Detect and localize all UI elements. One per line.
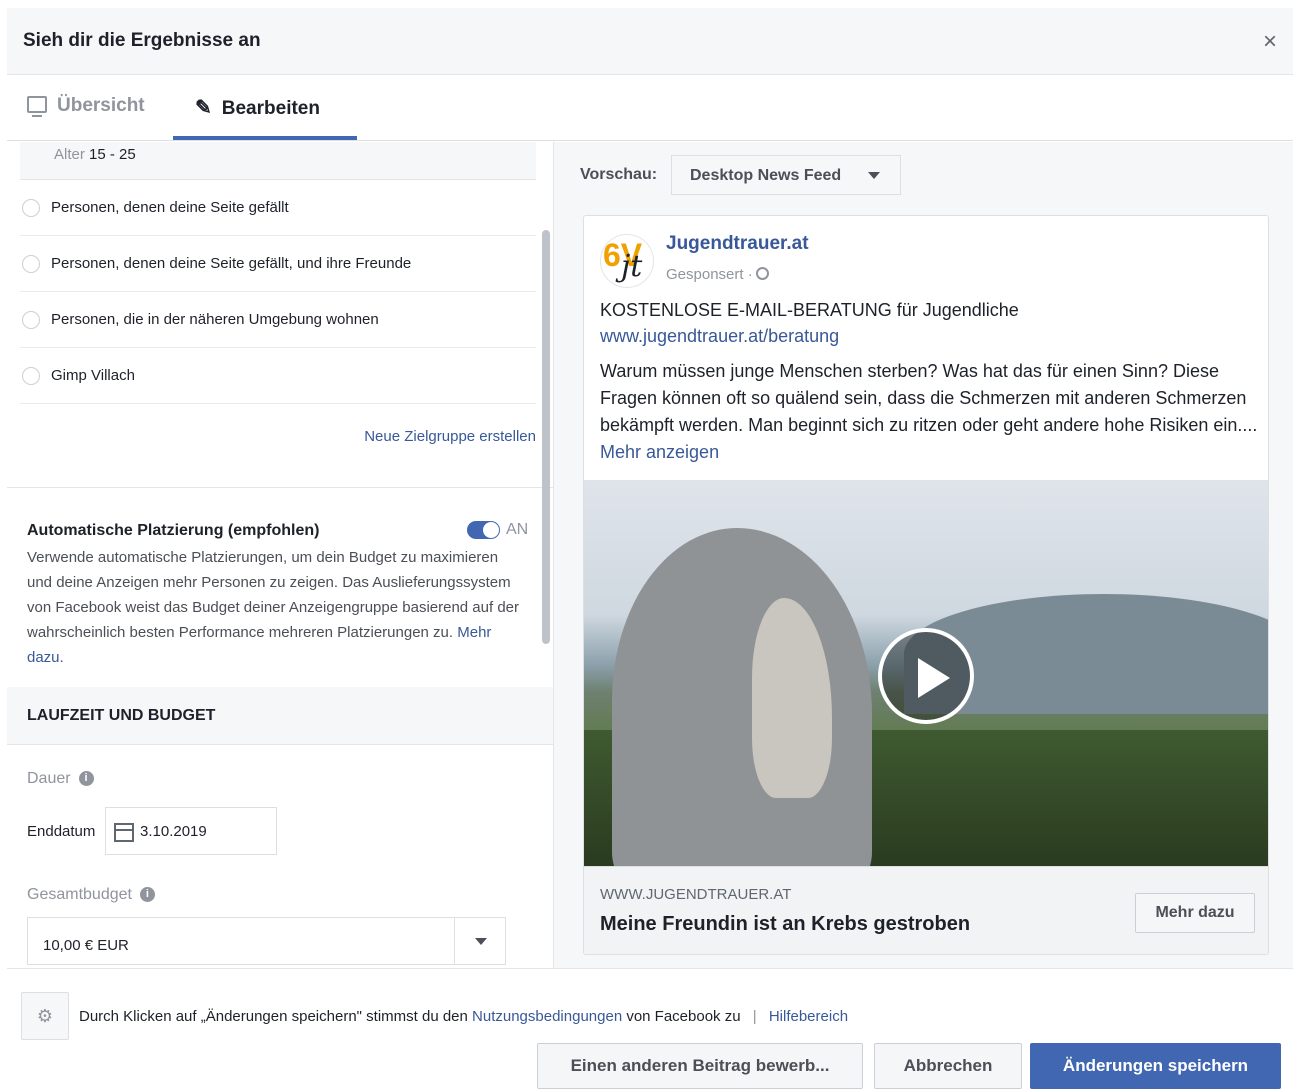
age-label: Alter xyxy=(54,146,85,163)
dialog-footer: ⚙ Durch Klicken auf „Änderungen speicher… xyxy=(7,968,1293,1089)
post-body: Warum müssen junge Menschen sterben? Was… xyxy=(600,358,1260,466)
audience-option-label: Personen, denen deine Seite gefällt, und… xyxy=(51,255,412,272)
globe-icon xyxy=(755,267,769,280)
age-summary: Alter 15 - 25 xyxy=(20,142,536,180)
video-person-hood xyxy=(612,528,872,866)
create-audience-link[interactable]: Neue Zielgruppe erstellen xyxy=(364,428,536,445)
results-dialog: Sieh dir die Ergebnisse an × Übersicht ✎… xyxy=(7,8,1293,1089)
preview-panel: Vorschau: Desktop News Feed 6V jt Jugend… xyxy=(553,142,1293,968)
scrollbar-thumb[interactable] xyxy=(542,230,550,644)
terms-suffix: von Facebook zu xyxy=(626,1008,741,1025)
audience-radio[interactable] xyxy=(22,255,40,273)
info-icon[interactable]: i xyxy=(78,771,94,786)
audience-radio[interactable] xyxy=(22,311,40,329)
audience-option[interactable]: Gimp Villach xyxy=(20,348,536,404)
tab-edit[interactable]: ✎ Bearbeiten xyxy=(195,95,320,120)
tab-overview-label: Übersicht xyxy=(57,95,145,116)
audience-option-label: Gimp Villach xyxy=(51,367,135,384)
total-budget-input[interactable]: 10,00 € EUR xyxy=(27,917,455,965)
end-date-value: 3.10.2019 xyxy=(140,823,207,840)
auto-placement-text: Verwende automatische Platzierungen, um … xyxy=(27,549,520,641)
budget-section-header: LAUFZEIT UND BUDGET xyxy=(7,687,553,745)
logo-text-initials: jt xyxy=(621,249,643,284)
gear-icon[interactable]: ⚙ xyxy=(21,992,69,1040)
auto-placement-description: Verwende automatische Platzierungen, um … xyxy=(27,545,527,670)
ad-preview-post: 6V jt Jugendtrauer.at Gesponsert · KOSTE… xyxy=(583,215,1269,955)
link-title[interactable]: Meine Freundin ist an Krebs gestroben xyxy=(600,913,970,936)
tab-overview[interactable]: Übersicht xyxy=(27,95,145,117)
preview-label: Vorschau: xyxy=(580,166,658,183)
help-center-link[interactable]: Hilfebereich xyxy=(769,1008,848,1025)
total-budget-label-text: Gesamtbudget xyxy=(27,886,132,903)
placement-preview-select[interactable]: Desktop News Feed xyxy=(671,155,901,195)
audience-option-label: Personen, denen deine Seite gefällt xyxy=(51,199,289,216)
tab-bar: Übersicht ✎ Bearbeiten xyxy=(7,75,1293,141)
page-name-link[interactable]: Jugendtrauer.at xyxy=(666,233,809,255)
dialog-title: Sieh dir die Ergebnisse an xyxy=(23,30,261,51)
total-budget-label: Gesamtbudget i xyxy=(27,886,155,904)
calendar-icon xyxy=(114,823,134,842)
divider xyxy=(7,487,553,488)
edit-panel: Alter 15 - 25 Personen, denen deine Seit… xyxy=(7,142,553,968)
end-date-label: Enddatum xyxy=(27,823,96,840)
audience-option-label: Personen, die in der näheren Umgebung wo… xyxy=(51,311,379,328)
audience-option[interactable]: Personen, die in der näheren Umgebung wo… xyxy=(20,292,536,348)
audience-radio[interactable] xyxy=(22,199,40,217)
budget-section-title: LAUFZEIT UND BUDGET xyxy=(27,707,216,724)
audience-option[interactable]: Personen, denen deine Seite gefällt, und… xyxy=(20,236,536,292)
boost-other-post-button[interactable]: Einen anderen Beitrag bewerb... xyxy=(537,1043,863,1089)
play-icon[interactable] xyxy=(878,628,974,724)
terms-notice: Durch Klicken auf „Änderungen speichern"… xyxy=(79,1008,848,1025)
budget-dropdown-button[interactable] xyxy=(454,917,506,965)
close-icon[interactable]: × xyxy=(1263,28,1277,56)
monitor-icon xyxy=(27,96,47,117)
terms-prefix: Durch Klicken auf „Änderungen speichern"… xyxy=(79,1008,468,1025)
info-icon[interactable]: i xyxy=(139,887,155,902)
toggle-state-label: AN xyxy=(506,521,529,538)
post-headline: KOSTENLOSE E-MAIL-BERATUNG für Jugendlic… xyxy=(600,300,1019,320)
duration-label: Dauer i xyxy=(27,770,94,788)
dialog-header: Sieh dir die Ergebnisse an × xyxy=(7,8,1293,75)
auto-placement-toggle[interactable] xyxy=(467,521,500,539)
sponsored-text: Gesponsert · xyxy=(666,266,753,283)
post-link[interactable]: www.jugendtrauer.at/beratung xyxy=(600,326,839,347)
pencil-icon: ✎ xyxy=(195,97,212,119)
link-domain: WWW.JUGENDTRAUER.AT xyxy=(600,886,792,903)
see-more-link[interactable]: Mehr anzeigen xyxy=(600,442,719,462)
end-date-input[interactable]: 3.10.2019 xyxy=(105,807,277,855)
total-budget-value: 10,00 € EUR xyxy=(43,937,129,954)
terms-link[interactable]: Nutzungsbedingungen xyxy=(472,1008,622,1025)
video-thumbnail[interactable] xyxy=(584,480,1268,866)
auto-placement-title: Automatische Platzierung (empfohlen) xyxy=(27,522,320,539)
duration-label-text: Dauer xyxy=(27,770,71,787)
audience-option[interactable]: Personen, denen deine Seite gefällt xyxy=(20,180,536,236)
learn-more-button[interactable]: Mehr dazu xyxy=(1135,893,1255,933)
placement-preview-value: Desktop News Feed xyxy=(690,167,842,184)
save-changes-button[interactable]: Änderungen speichern xyxy=(1030,1043,1281,1089)
age-value: 15 - 25 xyxy=(89,146,136,163)
chevron-down-icon xyxy=(868,172,880,179)
separator: | xyxy=(752,1008,757,1025)
link-preview-footer: WWW.JUGENDTRAUER.AT Meine Freundin ist a… xyxy=(584,866,1268,954)
cancel-button[interactable]: Abbrechen xyxy=(874,1043,1022,1089)
page-avatar[interactable]: 6V jt xyxy=(600,234,654,288)
sponsored-label: Gesponsert · xyxy=(666,266,769,283)
post-body-text: Warum müssen junge Menschen sterben? Was… xyxy=(600,361,1258,435)
tab-edit-label: Bearbeiten xyxy=(221,98,320,119)
audience-radio[interactable] xyxy=(22,367,40,385)
active-tab-indicator xyxy=(173,136,357,140)
